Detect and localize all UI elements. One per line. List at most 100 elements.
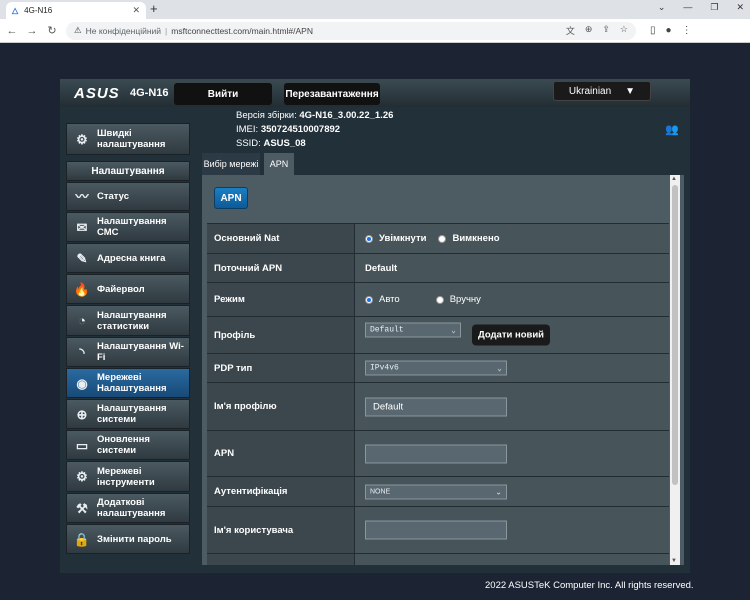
sidebar-item-system-update[interactable]: ▭ Оновлення системи xyxy=(66,430,190,460)
translate-icon[interactable]: 文 xyxy=(566,24,575,37)
ssid-value: ASUS_08 xyxy=(263,138,306,149)
close-window-icon[interactable]: ✕ xyxy=(736,2,744,13)
address-book-icon: ✎ xyxy=(76,250,88,266)
profile-name-input[interactable]: Default xyxy=(365,397,507,416)
sidebar-quick-setup[interactable]: ⚙ Швидкі налаштування xyxy=(66,123,190,155)
sidebar-item-wifi[interactable]: ◝ Налаштування Wi-Fi xyxy=(66,337,190,367)
row-profile-name: Ім'я профілю Default xyxy=(207,383,669,431)
mode-auto-radio[interactable] xyxy=(365,295,373,304)
tab-apn[interactable]: APN xyxy=(264,153,294,175)
sidebar-item-system-settings[interactable]: ⊕ Налаштування системи xyxy=(66,399,190,429)
profile-select-value: Default xyxy=(370,325,404,335)
zoom-icon[interactable]: ⊕ xyxy=(585,24,593,37)
url-text: msftconnecttest.com/main.html#/APN xyxy=(171,25,313,36)
pdp-type-label: PDP тип xyxy=(207,354,355,382)
chevron-down-icon: ⌄ xyxy=(451,326,456,335)
sidebar-item-status[interactable]: 〰 Статус xyxy=(66,182,190,211)
sidebar-item-sms[interactable]: ✉ Налаштування СМС xyxy=(66,212,190,242)
model-name: 4G-N16 xyxy=(130,87,169,99)
sidebar-item-label: Додаткові налаштування xyxy=(97,497,166,519)
address-bar[interactable]: ⚠ Не конфіденційний | msftconnecttest.co… xyxy=(66,21,636,40)
chevron-down-icon: ▼ xyxy=(625,85,636,97)
browser-tab-bar: △ 4G-N16 ✕ + ⌄ — ❐ ✕ xyxy=(0,0,750,19)
scroll-down-icon[interactable]: ▼ xyxy=(671,558,677,564)
gauge-icon: ◔ xyxy=(78,313,86,328)
wifi-icon: ◝ xyxy=(79,344,85,360)
sidebar-item-change-password[interactable]: 🔒 Змінити пароль xyxy=(66,524,190,554)
nat-off-label: Вимкнено xyxy=(452,233,500,244)
chevron-down-icon: ⌄ xyxy=(495,487,502,496)
sidebar-item-label: Швидкі налаштування xyxy=(97,128,166,150)
quick-setup-icon: ⚙ xyxy=(76,131,88,147)
sidebar-item-advanced[interactable]: ⚒ Додаткові налаштування xyxy=(66,493,190,523)
sidebar-item-label: Налаштування Wi-Fi xyxy=(97,341,184,363)
apn-input[interactable] xyxy=(365,444,507,463)
row-next xyxy=(207,554,669,565)
copyright-footer: 2022 ASUSTeK Computer Inc. All rights re… xyxy=(485,580,694,591)
mode-manual-radio[interactable] xyxy=(435,295,444,304)
share-icon[interactable]: ⇪ xyxy=(602,24,610,37)
row-main-nat: Основний Nat Увімкнути Вимкнено xyxy=(207,224,669,254)
extension-icons: ▯ ● ⋮ xyxy=(650,25,692,36)
back-icon[interactable]: ← xyxy=(6,25,18,37)
authentication-select[interactable]: NONE ⌄ xyxy=(365,484,507,499)
nat-on-radio[interactable] xyxy=(365,234,373,243)
language-select[interactable]: Ukrainian ▼ xyxy=(553,81,651,101)
add-new-profile-button[interactable]: Додати новий xyxy=(472,324,550,346)
mode-manual-label: Вручну xyxy=(449,294,481,305)
sidebar-item-label: Змінити пароль xyxy=(97,533,172,545)
chevron-down-icon: ⌄ xyxy=(497,364,502,373)
sidebar-item-label: Адресна книга xyxy=(97,252,166,264)
browser-tab[interactable]: △ 4G-N16 ✕ xyxy=(6,2,146,19)
sidebar-item-firewall[interactable]: 🔥 Файервол xyxy=(66,274,190,304)
menu-icon[interactable]: ⋮ xyxy=(682,25,692,36)
insecure-label: Не конфіденційний xyxy=(85,25,162,36)
tab-close-icon[interactable]: ✕ xyxy=(132,5,140,16)
warning-icon: ⚠ xyxy=(74,25,82,35)
pdp-type-select[interactable]: IPv4v6 ⌄ xyxy=(365,360,507,376)
row-pdp-type: PDP тип IPv4v6 ⌄ xyxy=(207,354,669,383)
firmware-value: 4G-N16_3.00.22_1.26 xyxy=(299,110,394,121)
tab-search-icon[interactable]: ⌄ xyxy=(658,2,666,13)
username-input[interactable] xyxy=(365,520,507,540)
nat-off-radio[interactable] xyxy=(438,234,447,243)
location-pin-icon: ◉ xyxy=(76,375,88,391)
users-icon[interactable]: 👥 xyxy=(665,123,679,136)
reload-icon[interactable]: ↻ xyxy=(46,24,58,37)
reboot-button[interactable]: Перезавантаження xyxy=(284,83,380,105)
tab-network-select[interactable]: Вибір мережі xyxy=(202,153,260,175)
bookmark-star-icon[interactable]: ☆ xyxy=(620,24,628,37)
logout-button[interactable]: Вийти xyxy=(174,83,272,105)
asus-favicon-icon: △ xyxy=(12,6,19,15)
scroll-thumb[interactable] xyxy=(672,185,678,485)
mode-auto-label: Авто xyxy=(379,294,400,305)
scroll-up-icon[interactable]: ▲ xyxy=(671,176,677,182)
sidebar-item-statistics[interactable]: ◔ Налаштування статистики xyxy=(66,305,190,336)
profile-icon[interactable]: ● xyxy=(666,25,672,36)
firewall-icon: 🔥 xyxy=(73,281,91,297)
username-label: Ім'я користувача xyxy=(207,507,355,553)
side-panel-icon[interactable]: ▯ xyxy=(650,25,656,36)
sidebar-item-label: Файервол xyxy=(97,283,145,295)
lock-icon: 🔒 xyxy=(73,531,91,547)
profile-select[interactable]: Default ⌄ xyxy=(365,322,461,338)
device-info: Версія збірки: 4G-N16_3.00.22_1.26 IMEI:… xyxy=(236,109,393,151)
sidebar-item-network-settings[interactable]: ◉ Мережеві Налаштування xyxy=(66,368,190,398)
minimize-icon[interactable]: — xyxy=(683,2,692,13)
router-admin-panel: ASUS 4G-N16 Вийти Перезавантаження Ukrai… xyxy=(60,79,690,573)
sidebar-item-network-tools[interactable]: ⚙ Мережеві інструменти xyxy=(66,461,190,492)
sidebar-item-label: Налаштування СМС xyxy=(97,216,167,238)
apn-form: Основний Nat Увімкнути Вимкнено Поточний… xyxy=(207,223,669,565)
maximize-icon[interactable]: ❐ xyxy=(710,2,718,13)
content-scrollbar[interactable]: ▲ ▼ xyxy=(670,175,680,565)
row-username: Ім'я користувача xyxy=(207,507,669,554)
row-apn: APN xyxy=(207,431,669,477)
language-value: Ukrainian xyxy=(568,85,612,97)
sms-icon: ✉ xyxy=(76,219,88,235)
mode-options: Авто Вручну xyxy=(365,283,481,316)
new-tab-button[interactable]: + xyxy=(150,1,158,16)
forward-icon[interactable]: → xyxy=(26,25,38,37)
sidebar-item-label: Налаштування системи xyxy=(97,403,167,425)
sidebar-item-label: Статус xyxy=(97,191,130,202)
sidebar-item-address-book[interactable]: ✎ Адресна книга xyxy=(66,243,190,273)
